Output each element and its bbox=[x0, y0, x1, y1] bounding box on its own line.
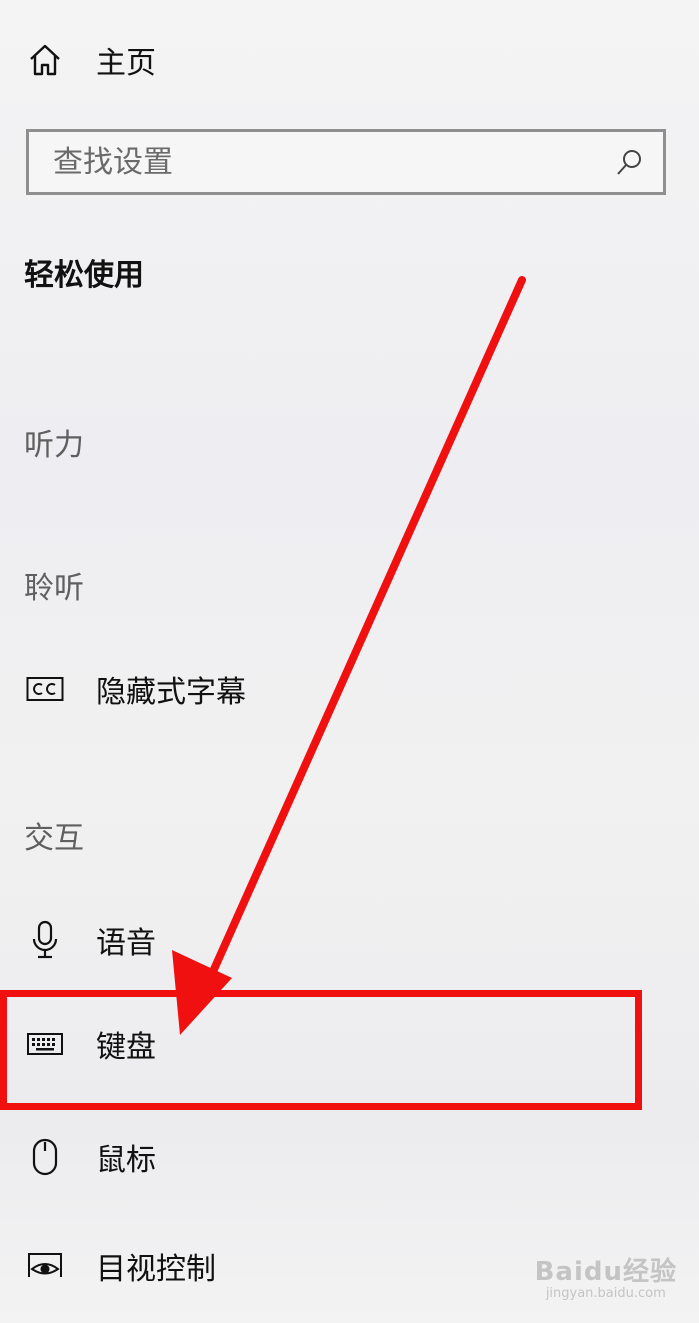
nav-item-label: 目视控制 bbox=[96, 1252, 216, 1287]
nav-item-label: 鼠标 bbox=[96, 1143, 156, 1178]
search-icon[interactable] bbox=[605, 138, 653, 186]
nav-item-eye-control[interactable]: 目视控制 bbox=[24, 1244, 216, 1288]
mouse-icon bbox=[24, 1136, 66, 1178]
watermark: Baidu经验 jingyan.baidu.com bbox=[535, 1251, 677, 1301]
nav-item-label: 语音 bbox=[96, 926, 156, 961]
microphone-icon bbox=[24, 919, 66, 961]
annotation-arrow bbox=[172, 276, 526, 1035]
section-title: 轻松使用 bbox=[24, 258, 144, 293]
home-label: 主页 bbox=[96, 46, 156, 81]
arrow-shaft bbox=[203, 276, 526, 989]
highlight-box bbox=[0, 990, 642, 1110]
group-heading-listening: 聆听 bbox=[24, 571, 84, 606]
nav-item-closed-captions[interactable]: 隐藏式字幕 bbox=[24, 667, 246, 711]
nav-item-label: 隐藏式字幕 bbox=[96, 675, 246, 710]
watermark-brand: Baidu经验 bbox=[534, 1257, 677, 1287]
watermark-url: jingyan.baidu.com bbox=[545, 1286, 666, 1301]
group-heading-interaction: 交互 bbox=[24, 821, 84, 856]
nav-home[interactable]: 主页 bbox=[24, 38, 156, 82]
nav-item-speech[interactable]: 语音 bbox=[24, 918, 156, 962]
eye-icon bbox=[24, 1245, 66, 1287]
nav-item-mouse[interactable]: 鼠标 bbox=[24, 1135, 156, 1179]
search-input[interactable] bbox=[29, 131, 605, 193]
group-heading-hearing: 听力 bbox=[24, 428, 84, 463]
home-icon bbox=[24, 39, 66, 81]
search-box[interactable] bbox=[26, 129, 666, 195]
closed-captions-icon bbox=[24, 668, 66, 710]
